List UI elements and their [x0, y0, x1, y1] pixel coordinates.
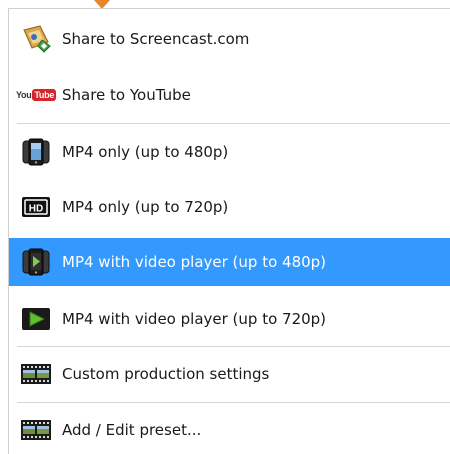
screencast-icon: [19, 24, 53, 54]
menu-item-label: Share to YouTube: [62, 86, 191, 104]
youtube-icon: You Tube: [15, 80, 57, 110]
menu-item-mp4-player-720p[interactable]: MP4 with video player (up to 720p): [9, 297, 450, 341]
production-presets-menu: Share to Screencast.com You Tube Share t…: [8, 8, 450, 454]
mobile-device-icon: [19, 137, 53, 167]
film-strip-icon: [19, 359, 53, 389]
play-icon: [19, 304, 53, 334]
menu-item-add-edit-preset[interactable]: Add / Edit preset...: [9, 408, 450, 452]
menu-item-label: Custom production settings: [62, 365, 270, 383]
film-strip-icon: [19, 415, 53, 445]
youtube-icon-you: You: [15, 90, 32, 100]
mobile-play-icon: [19, 247, 53, 277]
menu-item-label: MP4 with video player (up to 480p): [62, 253, 327, 271]
hd-icon-text: HD: [29, 204, 43, 215]
menu-item-custom-production-settings[interactable]: Custom production settings: [9, 352, 450, 396]
menu-item-label: MP4 only (up to 720p): [62, 198, 229, 216]
menu-item-label: Share to Screencast.com: [62, 30, 250, 48]
hd-icon: HD: [19, 192, 53, 222]
menu-item-mp4-480p[interactable]: MP4 only (up to 480p): [9, 130, 450, 174]
youtube-icon-tube: Tube: [32, 89, 57, 101]
menu-item-label: MP4 only (up to 480p): [62, 143, 229, 161]
menu-separator: [17, 123, 450, 124]
menu-separator: [17, 402, 450, 403]
menu-item-mp4-720p[interactable]: HD MP4 only (up to 720p): [9, 185, 450, 229]
menu-item-label: Add / Edit preset...: [62, 421, 202, 439]
menu-item-share-screencast[interactable]: Share to Screencast.com: [9, 17, 450, 61]
menu-item-label: MP4 with video player (up to 720p): [62, 310, 327, 328]
menu-separator: [17, 346, 450, 347]
menu-item-mp4-player-480p[interactable]: MP4 with video player (up to 480p): [9, 238, 450, 286]
menu-item-share-youtube[interactable]: You Tube Share to YouTube: [9, 73, 450, 117]
